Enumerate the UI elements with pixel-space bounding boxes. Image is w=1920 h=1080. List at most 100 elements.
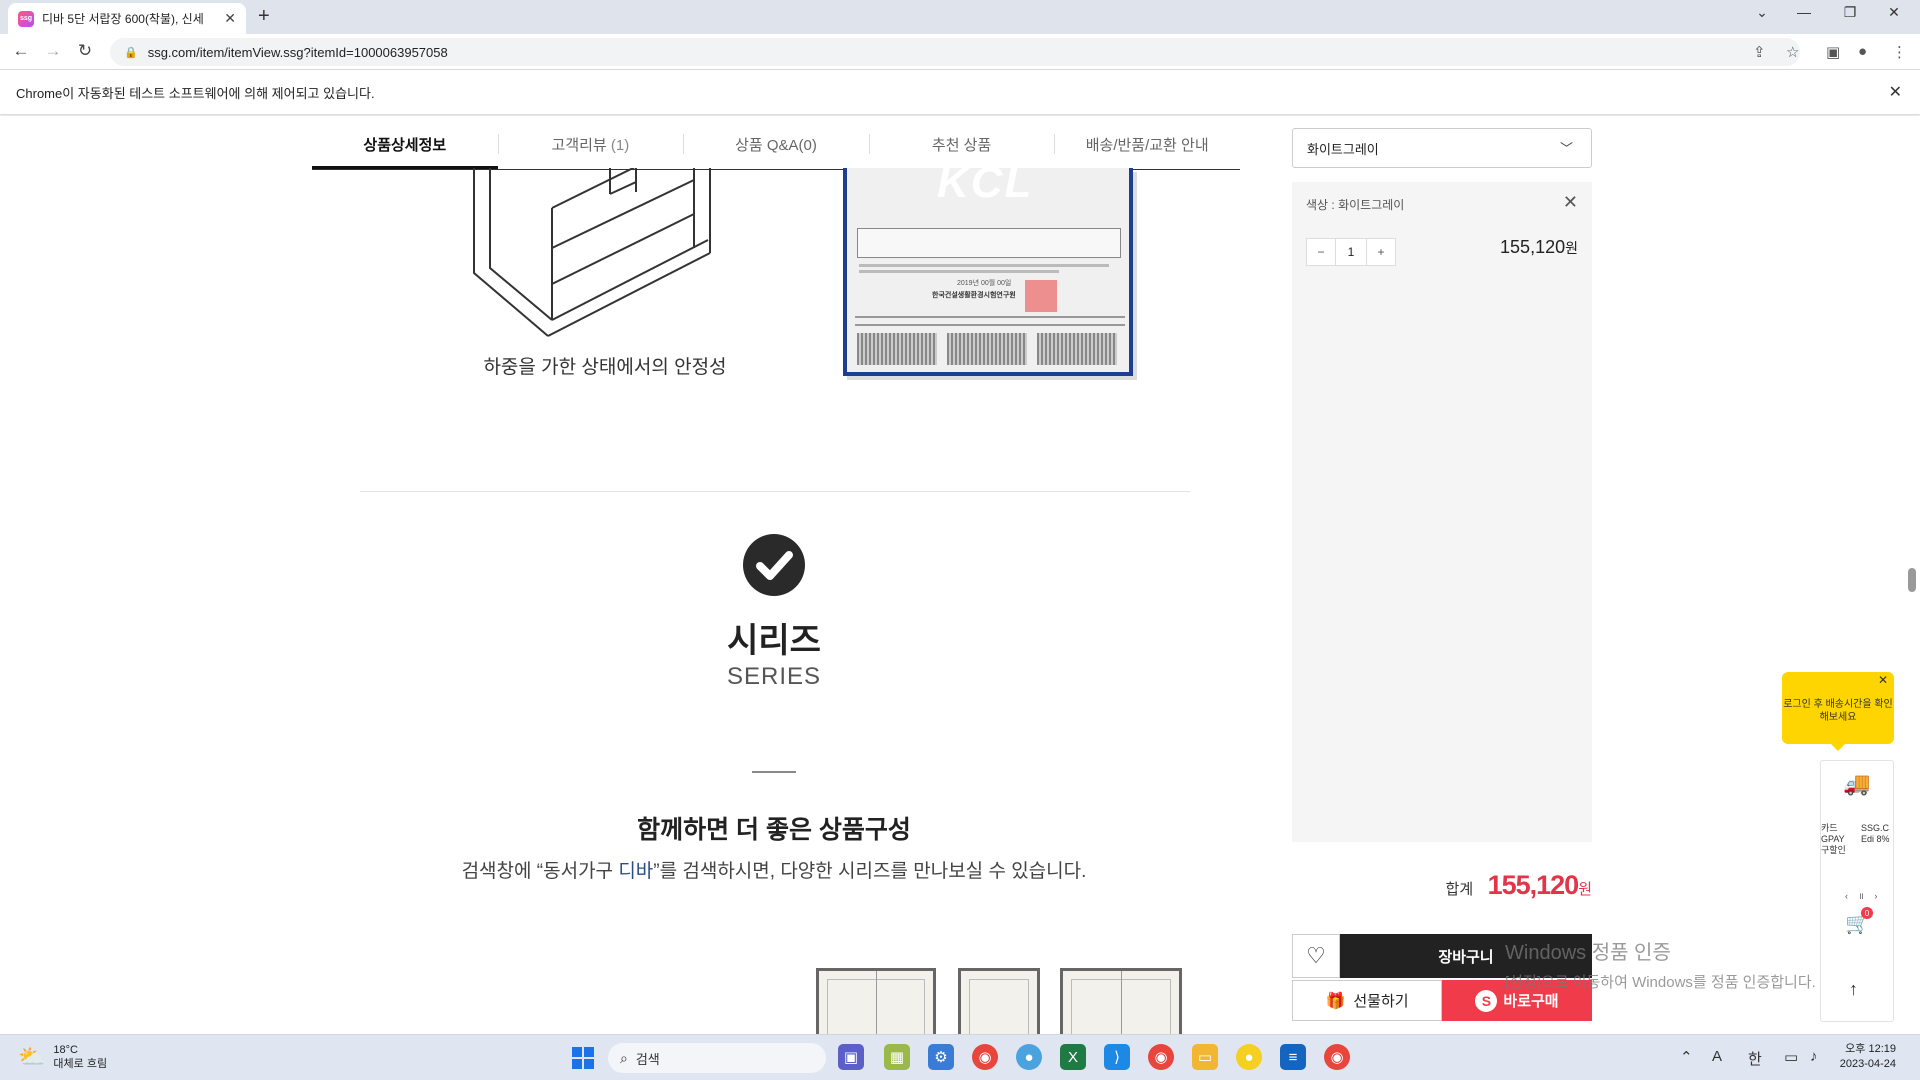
share-icon[interactable]: ⇪	[1753, 43, 1766, 61]
cart-count-badge: 0	[1861, 907, 1873, 919]
gift-button[interactable]: 🎁 선물하기	[1292, 980, 1442, 1021]
windows-taskbar: ⛅ 18°C 대체로 흐림 ⌕ 검색 ▣ ▦ ⚙ ◉ ● X ⟩ ◉ ▭ ● ≡…	[0, 1034, 1920, 1080]
series-subtitle: SERIES	[726, 663, 822, 690]
total-price: 155,120	[1487, 870, 1580, 900]
tab-recommended[interactable]: 추천 상품	[868, 120, 1055, 169]
qty-minus-button[interactable]: −	[1307, 239, 1335, 265]
address-bar[interactable]: 🔒 ssg.com/item/itemView.ssg?itemId=10000…	[110, 38, 1800, 66]
tab-product-qna[interactable]: 상품 Q&A(0)	[683, 120, 869, 169]
remove-option-icon[interactable]: ✕	[1563, 192, 1578, 213]
section-divider	[360, 491, 1190, 492]
back-icon[interactable]: ←	[10, 41, 32, 61]
new-tab-icon[interactable]: +	[258, 5, 270, 28]
check-circle-icon	[743, 534, 805, 596]
tab-shipping-info[interactable]: 배송/반품/교환 안내	[1054, 120, 1240, 169]
reload-icon[interactable]: ↻	[74, 41, 96, 61]
windows-activation-watermark: Windows 정품 인증 [설정]으로 이동하여 Windows를 정품 인증…	[1505, 942, 1816, 991]
together-title: 함께하면 더 좋은 상품구성	[637, 816, 911, 844]
chrome-active-icon[interactable]: ◉	[1148, 1044, 1174, 1070]
series-product-image[interactable]	[1060, 968, 1182, 1034]
option-label: 색상 : 화이트그레이	[1306, 198, 1405, 212]
selected-option-box: 색상 : 화이트그레이 ✕ − 1 + 155,120원	[1292, 182, 1592, 842]
menu-kebab-icon[interactable]: ⋮	[1892, 43, 1907, 61]
vscode-icon[interactable]: ⟩	[1104, 1044, 1130, 1070]
drawer-stability-illustration	[473, 168, 711, 337]
product-page: 상품상세정보 고객리뷰 (1) 상품 Q&A(0) 추천 상품 배송/반품/교환…	[0, 116, 1920, 1034]
ime-mode-a[interactable]: A	[1712, 1048, 1722, 1065]
excel-icon[interactable]: X	[1060, 1044, 1086, 1070]
tab-search-chevron-icon[interactable]: ⌄	[1752, 4, 1772, 21]
series-product-image[interactable]	[958, 968, 1040, 1034]
short-divider	[752, 771, 796, 773]
ssg-favicon-icon: ssg	[18, 10, 34, 27]
kcl-logo: KCL	[937, 168, 1034, 207]
certificate-divider	[855, 316, 1125, 318]
url-text: ssg.com/item/itemView.ssg?itemId=1000063…	[147, 44, 448, 60]
chevron-down-icon: ﹀	[1559, 141, 1573, 156]
kcl-certificate-image: KCL 2019년 00월 00일 한국건설생활환경시험연구원	[843, 168, 1133, 376]
certificate-barcode	[857, 333, 937, 365]
certificate-org: 한국건설생활환경시험연구원	[932, 292, 1016, 299]
certificate-barcode	[947, 333, 1027, 365]
series-product-image[interactable]	[816, 968, 936, 1034]
tooltip-close-icon[interactable]: ✕	[1878, 674, 1888, 687]
tab-close-icon[interactable]: ✕	[224, 10, 236, 27]
infobar-close-icon[interactable]: ✕	[1889, 82, 1902, 102]
certificate-seal	[1025, 280, 1057, 312]
lightbulb-app-icon[interactable]: ●	[1236, 1044, 1262, 1070]
delivery-login-tooltip: ✕ 로그인 후 배송시간을 확인해보세요	[1782, 672, 1894, 751]
network-monitor-icon[interactable]: ▭	[1784, 1048, 1798, 1066]
total-label: 합계	[1445, 881, 1474, 898]
side-panel-icon[interactable]: ▣	[1826, 43, 1840, 61]
page-scrollbar[interactable]	[1908, 568, 1916, 592]
qty-plus-button[interactable]: +	[1367, 239, 1395, 265]
option-price: 155,120원	[1500, 237, 1578, 257]
rail-carousel-controls[interactable]: ‹ ॥ ›	[1845, 889, 1881, 902]
profile-icon[interactable]: ●	[1858, 43, 1867, 60]
together-subtitle: 검색창에 “동서가구 디바”를 검색하시면, 다양한 시리즈를 만나보실 수 있…	[461, 861, 1087, 882]
tab-product-detail[interactable]: 상품상세정보	[312, 120, 498, 169]
tray-overflow-chevron-icon[interactable]: ⌃	[1680, 1048, 1693, 1066]
speaker-icon[interactable]: ♪	[1810, 1048, 1818, 1065]
teams-icon[interactable]: ▣	[838, 1044, 864, 1070]
system-clock[interactable]: 오후 12:19 2023-04-24	[1836, 1042, 1896, 1072]
wishlist-heart-button[interactable]: ♡	[1292, 934, 1340, 978]
ime-mode-han[interactable]: 한	[1748, 1048, 1762, 1069]
scroll-top-arrow-icon[interactable]: ↑	[1849, 979, 1858, 1000]
weather-cloudy-sun-icon: ⛅	[18, 1044, 46, 1069]
floating-side-rail: 🚚 카드 GPAY 구할인 SSG.C Edi 8% ‹ ॥ › 🛒 0 ↑	[1820, 760, 1894, 1022]
minimize-icon[interactable]: —	[1794, 4, 1814, 20]
quantity-stepper: − 1 +	[1306, 238, 1396, 266]
certificate-divider	[855, 324, 1125, 326]
chrome-window-icon[interactable]: ◉	[1324, 1044, 1350, 1070]
tab-customer-review[interactable]: 고객리뷰 (1)	[497, 120, 684, 169]
weather-widget[interactable]: ⛅ 18°C 대체로 흐림	[18, 1043, 107, 1071]
delivery-truck-icon[interactable]: 🚚	[1843, 771, 1870, 797]
bookmark-star-icon[interactable]: ☆	[1786, 43, 1799, 61]
browser-tab[interactable]: ssg 디바 5단 서랍장 600(착불), 신세 ✕	[8, 3, 246, 34]
file-explorer-icon[interactable]: ▭	[1192, 1044, 1218, 1070]
ssg-s-icon: S	[1475, 989, 1498, 1012]
photos-icon[interactable]: ▦	[884, 1044, 910, 1070]
heart-icon: ♡	[1306, 943, 1326, 968]
certificate-text-line	[859, 270, 1059, 273]
color-option-select[interactable]: 화이트그레이 ﹀	[1292, 128, 1592, 168]
qty-input[interactable]: 1	[1335, 239, 1367, 265]
settings-gear-icon[interactable]: ⚙	[928, 1044, 954, 1070]
chrome-icon[interactable]: ◉	[972, 1044, 998, 1070]
browser-tab-strip: ssg 디바 5단 서랍장 600(착불), 신세 ✕ + ⌄ — ❐ ✕	[0, 0, 1920, 34]
certificate-date: 2019년 00월 00일	[957, 280, 1012, 287]
forward-icon[interactable]: →	[42, 41, 64, 61]
automation-infobar: Chrome이 자동화된 테스트 소프트웨어에 의해 제어되고 있습니다. ✕	[0, 70, 1920, 115]
certificate-text-line	[859, 264, 1109, 267]
browser-toolbar: ← → ↻ 🔒 ssg.com/item/itemView.ssg?itemId…	[0, 34, 1920, 70]
search-keyword: 디바	[618, 861, 654, 882]
notepad-icon[interactable]: ≡	[1280, 1044, 1306, 1070]
certificate-table	[857, 228, 1121, 258]
messenger-icon[interactable]: ●	[1016, 1044, 1042, 1070]
window-close-icon[interactable]: ✕	[1884, 4, 1904, 21]
tab-title: 디바 5단 서랍장 600(착불), 신세	[42, 12, 204, 26]
windows-start-icon[interactable]	[572, 1047, 594, 1069]
taskbar-search[interactable]: ⌕ 검색	[608, 1043, 826, 1073]
maximize-icon[interactable]: ❐	[1840, 4, 1860, 21]
